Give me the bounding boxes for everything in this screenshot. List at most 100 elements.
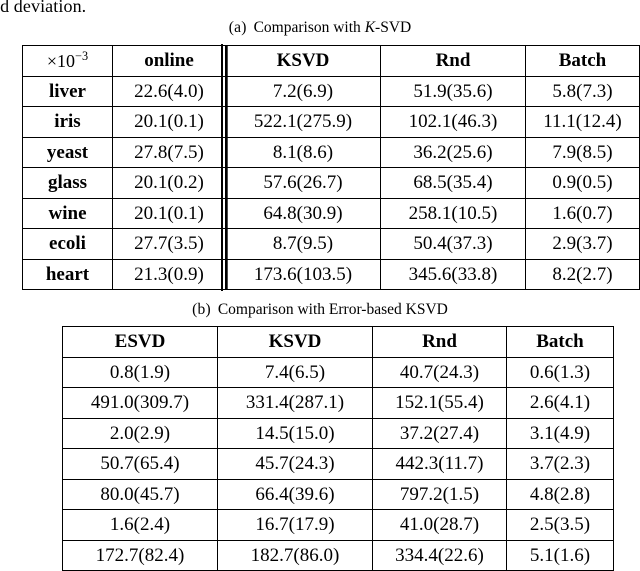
- document-page: rd deviation. (a) Comparison with K-SVD ×…: [0, 0, 640, 571]
- table-row: ecoli 27.7(3.5) 8.7(9.5) 50.4(37.3) 2.9(…: [22, 227, 640, 261]
- column-header-batch: Batch: [506, 326, 614, 358]
- row-label: yeast: [22, 136, 113, 168]
- row-label: heart: [22, 258, 113, 290]
- table-a-caption-label: (a): [228, 19, 247, 36]
- cell-esvd: 1.6(2.4): [62, 509, 218, 541]
- cell-rnd: 345.6(33.8): [380, 258, 526, 290]
- cell-batch: 11.1(12.4): [525, 106, 640, 138]
- table-a-caption-text-pre: Comparison with: [253, 19, 365, 36]
- table-row: 80.0(45.7) 66.4(39.6) 797.2(1.5) 4.8(2.8…: [62, 478, 614, 510]
- row-label: ecoli: [22, 228, 113, 260]
- table-b-caption-label: (b): [192, 301, 211, 318]
- unit-mantissa: ×10: [46, 50, 76, 71]
- cell-ksvd: 8.7(9.5): [221, 227, 381, 261]
- cell-ksvd: 7.4(6.5): [217, 356, 373, 388]
- table-row: 2.0(2.9) 14.5(15.0) 37.2(27.4) 3.1(4.9): [62, 417, 614, 449]
- column-header-rnd: Rnd: [372, 326, 507, 358]
- cell-rnd: 51.9(35.6): [380, 75, 526, 107]
- cell-online: 20.1(0.2): [112, 167, 226, 199]
- cell-rnd: 258.1(10.5): [380, 197, 526, 229]
- table-row: 172.7(82.4) 182.7(86.0) 334.4(22.6) 5.1(…: [62, 539, 614, 571]
- cell-esvd: 172.7(82.4): [62, 539, 218, 571]
- cell-batch: 5.8(7.3): [525, 75, 640, 107]
- row-label: wine: [22, 197, 113, 229]
- table-comparison-with-error-based-ksvd: ESVD KSVD Rnd Batch 0.8(1.9) 7.4(6.5) 40…: [62, 326, 614, 571]
- column-header-esvd: ESVD: [62, 326, 218, 358]
- cell-batch: 1.6(0.7): [525, 197, 640, 229]
- cell-esvd: 50.7(65.4): [62, 448, 218, 480]
- cell-online: 27.8(7.5): [112, 136, 226, 168]
- cell-ksvd: 57.6(26.7): [221, 166, 381, 200]
- cell-ksvd: 7.2(6.9): [221, 75, 381, 108]
- table-a-caption-text-post: -SVD: [375, 19, 412, 36]
- running-text: rd deviation.: [0, 0, 87, 16]
- cell-esvd: 0.8(1.9): [62, 356, 218, 388]
- table-b-caption: (b) Comparison with Error-based KSVD: [0, 301, 640, 319]
- cell-online: 20.1(0.1): [112, 197, 226, 229]
- column-header-unit: ×10−3: [22, 45, 113, 77]
- column-header-batch: Batch: [525, 45, 640, 77]
- table-comparison-with-ksvd: ×10−3 online KSVD Rnd Batch liver 22.6(4…: [22, 44, 640, 291]
- table-row: 50.7(65.4) 45.7(24.3) 442.3(11.7) 3.7(2.…: [62, 448, 614, 480]
- cell-online: 20.1(0.1): [112, 106, 226, 138]
- cell-batch: 7.9(8.5): [525, 136, 640, 168]
- cell-rnd: 50.4(37.3): [380, 228, 526, 260]
- cell-ksvd: 522.1(275.9): [221, 105, 381, 139]
- column-header-rnd: Rnd: [380, 45, 526, 77]
- cell-ksvd: 14.5(15.0): [217, 417, 373, 449]
- table-a-caption-text-italic: K: [364, 19, 376, 36]
- table-row: 0.8(1.9) 7.4(6.5) 40.7(24.3) 0.6(1.3): [62, 356, 614, 388]
- table-row: 1.6(2.4) 16.7(17.9) 41.0(28.7) 2.5(3.5): [62, 509, 614, 541]
- cell-ksvd: 45.7(24.3): [217, 448, 373, 480]
- cell-batch: 3.7(2.3): [506, 448, 614, 480]
- cell-ksvd: 8.1(8.6): [221, 136, 381, 169]
- column-header-online: online: [112, 45, 226, 77]
- cell-batch: 0.9(0.5): [525, 167, 640, 199]
- cell-rnd: 334.4(22.6): [372, 539, 507, 571]
- column-header-ksvd: KSVD: [217, 326, 373, 358]
- table-row: liver 22.6(4.0) 7.2(6.9) 51.9(35.6) 5.8(…: [22, 75, 640, 108]
- table-row: yeast 27.8(7.5) 8.1(8.6) 36.2(25.6) 7.9(…: [22, 136, 640, 169]
- row-label: liver: [22, 75, 113, 107]
- cell-batch: 2.5(3.5): [506, 509, 614, 541]
- column-header-ksvd: KSVD: [221, 44, 381, 78]
- cell-esvd: 2.0(2.9): [62, 417, 218, 449]
- cell-ksvd: 66.4(39.6): [217, 478, 373, 510]
- table-b-caption-text: Comparison with Error-based KSVD: [217, 301, 448, 318]
- cell-batch: 2.6(4.1): [506, 387, 614, 419]
- cell-ksvd: 173.6(103.5): [221, 258, 381, 291]
- cell-batch: 2.9(3.7): [525, 228, 640, 260]
- cell-online: 27.7(3.5): [112, 228, 226, 260]
- cell-ksvd: 64.8(30.9): [221, 197, 381, 230]
- cell-batch: 0.6(1.3): [506, 356, 614, 388]
- cell-rnd: 40.7(24.3): [372, 356, 507, 388]
- row-label: iris: [22, 106, 113, 138]
- cell-ksvd: 182.7(86.0): [217, 539, 373, 571]
- cell-rnd: 37.2(27.4): [372, 417, 507, 449]
- cell-rnd: 36.2(25.6): [380, 136, 526, 168]
- cell-rnd: 41.0(28.7): [372, 509, 507, 541]
- cell-batch: 3.1(4.9): [506, 417, 614, 449]
- cell-rnd: 152.1(55.4): [372, 387, 507, 419]
- cell-ksvd: 16.7(17.9): [217, 509, 373, 541]
- cell-batch: 5.1(1.6): [506, 539, 614, 571]
- cell-rnd: 442.3(11.7): [372, 448, 507, 480]
- cell-batch: 8.2(2.7): [525, 258, 640, 290]
- cell-online: 22.6(4.0): [112, 75, 226, 107]
- cell-rnd: 68.5(35.4): [380, 167, 526, 199]
- cell-rnd: 797.2(1.5): [372, 478, 507, 510]
- cell-rnd: 102.1(46.3): [380, 106, 526, 138]
- table-row-header: ESVD KSVD Rnd Batch: [62, 326, 614, 358]
- cell-batch: 4.8(2.8): [506, 478, 614, 510]
- table-row: glass 20.1(0.2) 57.6(26.7) 68.5(35.4) 0.…: [22, 166, 640, 200]
- cell-esvd: 491.0(309.7): [62, 387, 218, 419]
- table-row: wine 20.1(0.1) 64.8(30.9) 258.1(10.5) 1.…: [22, 197, 640, 230]
- table-row: iris 20.1(0.1) 522.1(275.9) 102.1(46.3) …: [22, 105, 640, 139]
- table-row: 491.0(309.7) 331.4(287.1) 152.1(55.4) 2.…: [62, 387, 614, 419]
- unit-exponent: −3: [75, 48, 89, 63]
- table-row: heart 21.3(0.9) 173.6(103.5) 345.6(33.8)…: [22, 258, 640, 291]
- cell-ksvd: 331.4(287.1): [217, 387, 373, 419]
- table-a-caption: (a) Comparison with K-SVD: [0, 19, 640, 37]
- cell-online: 21.3(0.9): [112, 258, 226, 290]
- row-label: glass: [22, 167, 113, 199]
